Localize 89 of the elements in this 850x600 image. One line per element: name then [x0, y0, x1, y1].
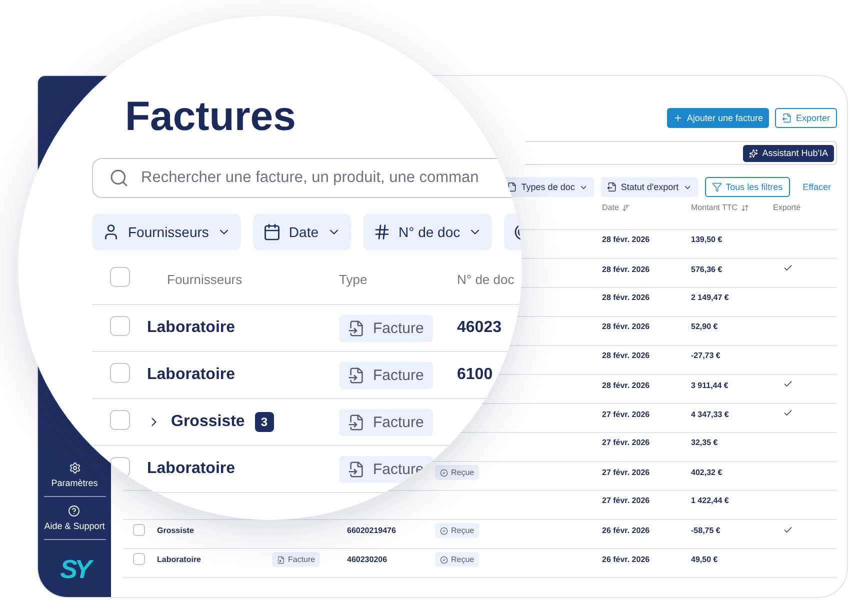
- doc-number-cell-text: 46023: [457, 319, 502, 337]
- supplier-cell: Grossiste: [171, 413, 245, 431]
- document-icon: [348, 366, 365, 384]
- column-header[interactable]: Montant TTC: [691, 203, 773, 212]
- export-icon: [606, 182, 617, 192]
- sort-icon: [740, 204, 749, 212]
- document-icon: [348, 414, 365, 430]
- checkbox[interactable]: [110, 316, 130, 336]
- doc-number-cell: 460230206: [347, 555, 388, 564]
- add-invoice-button[interactable]: Ajouter une facture: [666, 108, 769, 128]
- amount-cell-text: -27,73 €: [691, 350, 722, 360]
- amount-cell-text: 1 422,44 €: [691, 496, 730, 505]
- document-icon: [348, 320, 365, 336]
- supplier-cell: Grossiste: [157, 526, 194, 536]
- filter-button[interactable]: Fournisseurs: [92, 214, 241, 250]
- sidebar-item[interactable]: Aide & Support: [44, 505, 105, 531]
- supplier-cell: Laboratoire: [147, 319, 236, 337]
- amount-cell-text: 4 347,33 €: [691, 410, 730, 418]
- funnel-icon: [712, 182, 722, 192]
- date-cell-text: 28 févr. 2026: [602, 234, 651, 244]
- check-circle-icon: [440, 556, 448, 564]
- column-header: Fournisseurs: [166, 272, 244, 286]
- plus-icon: [672, 113, 683, 123]
- supplier-cell: Laboratoire: [147, 460, 236, 478]
- page-title: Factures: [124, 94, 297, 138]
- amount-cell-text: 3 911,44 €: [691, 380, 730, 390]
- status-tag: Reçue: [435, 465, 480, 480]
- date-cell-text: 26 févr. 2026: [602, 555, 651, 564]
- date-cell-text: 28 févr. 2026: [602, 322, 651, 331]
- date-cell-text: 28 févr. 2026: [602, 292, 651, 302]
- logo: SY: [60, 554, 89, 585]
- document-icon: [277, 556, 285, 564]
- filter-button[interactable]: Date: [252, 214, 350, 250]
- date-cell-text: 27 févr. 2026: [602, 438, 651, 447]
- sidebar-item[interactable]: Paramètres: [51, 462, 98, 488]
- search-bar[interactable]: Assistant Hub'IA: [525, 141, 837, 165]
- filter-button[interactable]: Statut d'export: [600, 177, 698, 197]
- export-button[interactable]: Exporter: [774, 108, 837, 128]
- type-tag: Facture: [272, 552, 320, 568]
- date-cell-text: 27 févr. 2026: [602, 468, 651, 478]
- column-header: N° de doc: [457, 272, 516, 286]
- assistant-button[interactable]: Assistant Hub'IA: [743, 144, 834, 162]
- calendar-icon: [262, 223, 281, 241]
- sparkle-icon: [749, 148, 758, 158]
- clear-link[interactable]: Effacer: [796, 177, 837, 197]
- date-cell-text: 27 févr. 2026: [602, 410, 651, 418]
- type-tag: Facture: [339, 362, 433, 388]
- document-icon: [348, 460, 365, 478]
- hash-icon: [372, 223, 390, 241]
- checkbox[interactable]: [110, 362, 130, 382]
- amount-cell-text: 402,32 €: [691, 468, 724, 478]
- checkbox[interactable]: [110, 266, 130, 286]
- supplier-cell: Laboratoire: [157, 555, 202, 564]
- sort-icon: [622, 204, 630, 212]
- amount-cell-text: 139,50 €: [691, 234, 724, 244]
- type-tag: Facture: [339, 408, 433, 436]
- date-cell-text: 28 févr. 2026: [602, 264, 651, 274]
- amount-cell-text: 576,36 €: [691, 264, 724, 274]
- status-tag: Reçue: [435, 523, 480, 538]
- date-cell-text: 28 févr. 2026: [602, 380, 651, 390]
- column-header: Type: [339, 272, 368, 286]
- checkbox[interactable]: [110, 410, 130, 430]
- checkbox[interactable]: [133, 552, 145, 565]
- doc-number-cell: 66020219476: [347, 526, 396, 536]
- settings-icon: [68, 462, 80, 474]
- amount-cell-text: -58,75 €: [691, 526, 722, 536]
- count-badge: 3: [254, 412, 274, 432]
- status-tag: Reçue: [435, 552, 480, 568]
- amount-cell-text: 49,50 €: [691, 555, 719, 564]
- amount-cell-text: 2 149,47 €: [691, 292, 730, 302]
- amount-cell-text: 52,90 €: [691, 322, 719, 331]
- date-cell-text: 26 févr. 2026: [602, 526, 651, 536]
- export-icon: [782, 113, 792, 123]
- date-cell-text: 28 févr. 2026: [602, 350, 651, 360]
- column-header: Exporté: [773, 203, 802, 212]
- check-circle-icon: [440, 468, 448, 477]
- person-icon: [102, 223, 120, 241]
- check-circle-icon: [440, 526, 448, 535]
- search-icon: [109, 168, 129, 188]
- checkbox[interactable]: [133, 524, 145, 536]
- amount-cell-text: 32,35 €: [691, 438, 719, 447]
- help-icon: [68, 505, 80, 517]
- filter-button[interactable]: Tous les filtres: [704, 177, 790, 197]
- column-header[interactable]: Date: [602, 203, 691, 212]
- type-tag: Facture: [339, 314, 433, 342]
- filter-button[interactable]: N° de doc: [362, 214, 492, 250]
- supplier-cell: Laboratoire: [147, 366, 236, 384]
- date-cell-text: 27 févr. 2026: [602, 496, 651, 505]
- doc-number-cell-text: 6100: [457, 366, 494, 384]
